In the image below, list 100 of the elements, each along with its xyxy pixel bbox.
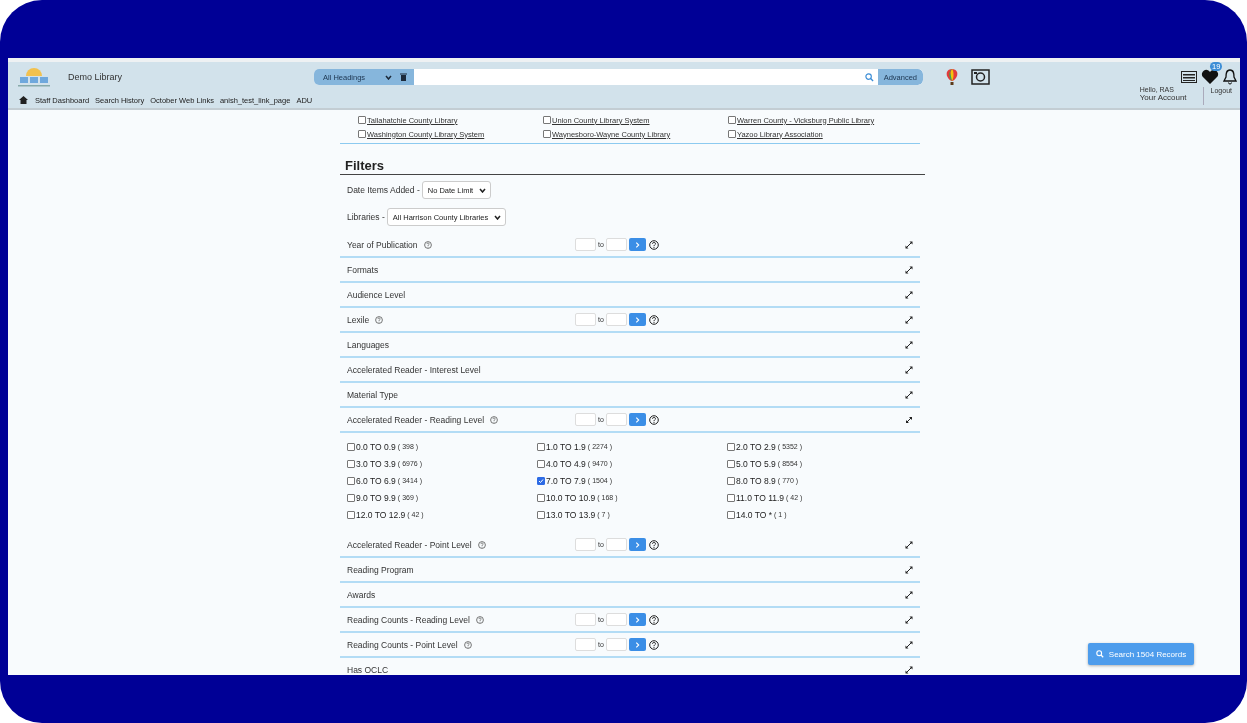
search-icon [1095,650,1104,658]
facet-label: Formats [347,264,379,275]
checkbox[interactable] [728,116,736,124]
option-label: 11.0 TO 11.9 [736,492,785,503]
help-icon[interactable] [648,314,659,325]
expand-icon[interactable] [905,290,913,299]
facet-label: Languages [347,339,390,350]
option-label: 14.0 TO * [736,509,773,520]
option-label: 4.0 TO 4.9 [546,458,586,469]
list-icon[interactable] [1181,71,1197,83]
checkbox[interactable] [358,116,366,124]
caret-icon [479,187,487,193]
checkbox[interactable] [728,130,736,138]
checkbox[interactable] [347,459,355,468]
expand-icon[interactable] [905,590,913,599]
expand-icon[interactable] [905,540,913,549]
checkbox[interactable] [727,442,735,451]
facet-label: Has OCLC [347,664,389,675]
heart-icon[interactable] [1201,69,1219,84]
facet-label: Material Type [347,389,398,400]
help-icon[interactable] [648,639,659,650]
checkbox[interactable] [347,442,355,451]
range-to-field[interactable] [605,238,627,251]
checkbox[interactable] [727,510,735,519]
facet-label: Reading Counts - Reading Level [347,614,470,625]
checkbox[interactable] [543,130,551,138]
chevron-icon [634,641,640,648]
facet-label: Audience Level [347,289,406,300]
expand-icon[interactable] [905,315,913,324]
filter-label: Libraries - [347,212,385,222]
option-label: 7.0 TO 7.9 [546,475,586,486]
expand-icon[interactable] [905,265,913,274]
site-name: Demo Library [68,72,124,82]
option-label: 2.0 TO 2.9 [736,441,776,452]
checkbox[interactable] [347,493,355,502]
range-from-field[interactable] [575,313,596,326]
range-from-field[interactable] [575,638,596,651]
chevron-icon [634,416,640,423]
checkbox[interactable] [727,459,735,468]
expand-icon[interactable] [905,565,913,574]
bell-icon[interactable] [1223,69,1237,85]
help-icon[interactable] [648,239,659,250]
range-to-field[interactable] [605,613,627,626]
option-label: 1.0 TO 1.9 [546,441,586,452]
checkbox[interactable] [543,116,551,124]
expand-icon[interactable] [905,240,913,249]
facet-label: Accelerated Reader - Point Level [347,539,472,550]
caret-icon [385,74,392,80]
option-label: 8.0 TO 8.9 [736,475,776,486]
range-from-field[interactable] [575,538,596,551]
facet-label: Accelerated Reader - Interest Level [347,364,481,375]
option-label: 0.0 TO 0.9 [356,441,396,452]
checkbox[interactable] [727,493,735,502]
facet-label: Awards [347,589,376,600]
help-icon[interactable] [648,614,659,625]
expand-icon[interactable] [905,665,913,674]
expand-icon[interactable] [905,390,913,399]
expand-icon[interactable] [905,340,913,349]
range-from-field[interactable] [575,613,596,626]
facet-label: Accelerated Reader - Reading Level [347,414,485,425]
section-heading: Filters [340,158,925,175]
expand-icon[interactable] [905,615,913,624]
checkbox[interactable] [358,130,366,138]
help-icon[interactable] [648,414,659,425]
range-to-field[interactable] [605,538,627,551]
expand-icon[interactable] [905,365,913,374]
range-to-field[interactable] [605,413,627,426]
home-icon[interactable] [19,96,28,104]
expand-icon[interactable] [905,640,913,649]
chevron-icon [634,616,640,623]
facet-label: Year of Publication [347,239,418,250]
checkbox[interactable] [537,476,545,485]
caret-icon [494,214,502,220]
option-label: 3.0 TO 3.9 [356,458,396,469]
chevron-icon [634,541,640,548]
option-label: 9.0 TO 9.9 [356,492,396,503]
checkbox[interactable] [347,476,355,485]
trash-icon[interactable] [400,73,407,81]
balloon-icon[interactable] [946,68,958,86]
photo-icon[interactable] [971,69,990,85]
search-icon[interactable] [864,72,874,82]
checkbox[interactable] [727,476,735,485]
checkbox[interactable] [537,442,545,451]
option-label: 13.0 TO 13.9 [546,509,596,520]
help-icon[interactable] [648,539,659,550]
option-label: 12.0 TO 12.9 [356,509,406,520]
option-label: 10.0 TO 10.9 [546,492,596,503]
account-menu[interactable]: Your Account [1139,93,1187,102]
chevron-icon [634,241,640,248]
range-to-field[interactable] [605,313,627,326]
checkbox[interactable] [537,493,545,502]
facet-label: Reading Program [347,564,414,575]
checkbox[interactable] [537,459,545,468]
range-from-field[interactable] [575,413,596,426]
checkbox[interactable] [347,510,355,519]
option-label: 5.0 TO 5.9 [736,458,776,469]
collapse-icon[interactable] [905,415,913,424]
range-to-field[interactable] [605,638,627,651]
checkbox[interactable] [537,510,545,519]
range-from-field[interactable] [575,238,596,251]
